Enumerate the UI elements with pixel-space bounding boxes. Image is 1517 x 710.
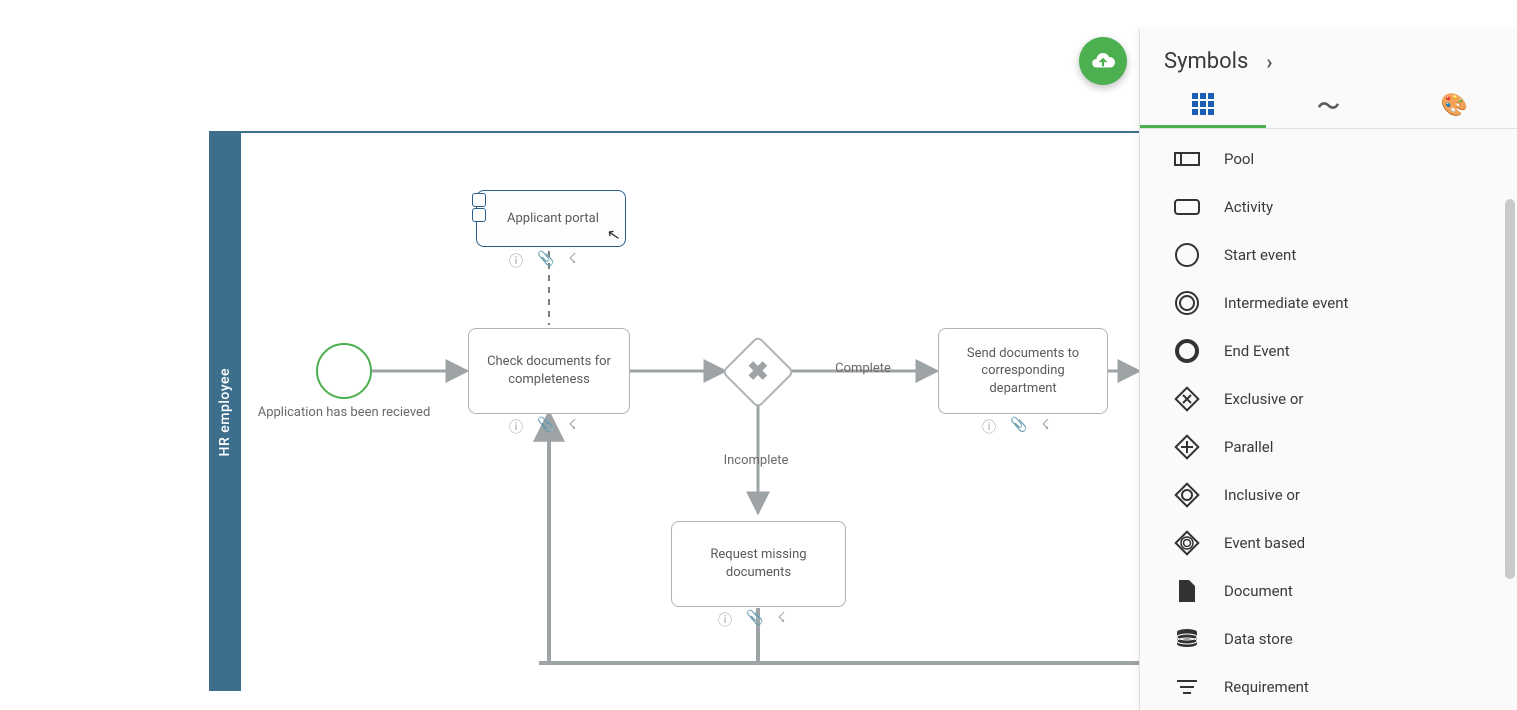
activity-label: Check documents for completeness <box>479 353 619 388</box>
symbol-data-store[interactable]: Data store <box>1140 615 1517 663</box>
node-attributes[interactable]: ⓘ 📎 ☇ <box>509 417 576 437</box>
symbol-pool[interactable]: Pool <box>1140 135 1517 183</box>
symbol-parallel[interactable]: Parallel <box>1140 423 1517 471</box>
symbol-label: Intermediate event <box>1224 294 1348 312</box>
squiggle-icon: 〜 <box>1318 89 1340 121</box>
symbol-label: Event based <box>1224 534 1305 552</box>
symbol-event-based[interactable]: Event based <box>1140 519 1517 567</box>
attachment-icon[interactable]: 📎 <box>746 610 763 630</box>
parallel-icon <box>1174 434 1200 460</box>
symbol-label: Document <box>1224 582 1293 600</box>
end-event-icon <box>1174 338 1200 364</box>
symbol-label: Requirement <box>1224 678 1309 696</box>
symbol-label: Start event <box>1224 246 1296 264</box>
symbol-list[interactable]: Pool Activity Start event Intermediate e… <box>1140 129 1517 710</box>
activity-check-documents[interactable]: Check documents for completeness <box>468 328 630 414</box>
symbol-exclusive-or[interactable]: Exclusive or <box>1140 375 1517 423</box>
symbol-intermediate-event[interactable]: Intermediate event <box>1140 279 1517 327</box>
activity-request-documents[interactable]: Request missing documents <box>671 521 846 607</box>
resize-handle-icon[interactable] <box>472 208 486 222</box>
symbol-label: End Event <box>1224 342 1290 360</box>
panel-title: Symbols <box>1164 49 1248 74</box>
symbol-label: Pool <box>1224 150 1254 168</box>
org-icon[interactable]: ☇ <box>1041 417 1049 437</box>
x-icon: ✖ <box>747 357 769 387</box>
symbols-panel: Symbols › 〜 🎨 Pool Activity Start event … <box>1139 29 1517 710</box>
attachment-icon[interactable]: 📎 <box>1010 417 1027 437</box>
tab-style[interactable]: 🎨 <box>1391 82 1517 128</box>
symbol-end-event[interactable]: End Event <box>1140 327 1517 375</box>
symbol-label: Exclusive or <box>1224 390 1303 408</box>
cloud-upload-icon <box>1090 48 1116 74</box>
activity-icon <box>1174 194 1200 220</box>
resize-handle-icon[interactable] <box>472 193 486 207</box>
attachment-icon[interactable]: 📎 <box>537 417 554 437</box>
edge-label-complete: Complete <box>823 361 903 376</box>
symbol-label: Parallel <box>1224 438 1273 456</box>
document-icon <box>1174 578 1200 604</box>
org-icon[interactable]: ☇ <box>777 610 785 630</box>
start-event-icon <box>1174 242 1200 268</box>
symbol-document[interactable]: Document <box>1140 567 1517 615</box>
symbol-label: Activity <box>1224 198 1273 216</box>
event-based-icon <box>1174 530 1200 556</box>
pool-icon <box>1174 146 1200 172</box>
info-icon[interactable]: ⓘ <box>982 417 996 437</box>
start-event-label: Application has been recieved <box>249 405 439 420</box>
data-store-icon <box>1174 626 1200 652</box>
node-attributes[interactable]: ⓘ 📎 ☇ <box>509 251 576 271</box>
start-event-node[interactable] <box>316 343 372 399</box>
info-icon[interactable]: ⓘ <box>509 417 523 437</box>
symbol-label: Inclusive or <box>1224 486 1300 504</box>
publish-button[interactable] <box>1079 37 1127 85</box>
edge-label-incomplete: Incomplete <box>711 453 801 468</box>
symbol-requirement[interactable]: Requirement <box>1140 663 1517 710</box>
info-icon[interactable]: ⓘ <box>509 251 523 271</box>
symbol-label: Data store <box>1224 630 1293 648</box>
org-icon[interactable]: ☇ <box>568 417 576 437</box>
info-icon[interactable]: ⓘ <box>718 610 732 630</box>
diagram-canvas[interactable]: HR employee Application has been recieve… <box>209 131 1139 691</box>
activity-send-documents[interactable]: Send documents to corresponding departme… <box>938 328 1108 414</box>
attachment-icon[interactable]: 📎 <box>537 251 554 271</box>
intermediate-event-icon <box>1174 290 1200 316</box>
palette-icon: 🎨 <box>1440 93 1467 118</box>
symbol-inclusive-or[interactable]: Inclusive or <box>1140 471 1517 519</box>
collapse-button[interactable]: › <box>1266 50 1272 74</box>
requirement-icon <box>1174 674 1200 700</box>
activity-label: Send documents to corresponding departme… <box>949 345 1097 398</box>
inclusive-or-icon <box>1174 482 1200 508</box>
grid-icon <box>1192 93 1214 115</box>
symbol-start-event[interactable]: Start event <box>1140 231 1517 279</box>
activity-applicant-portal[interactable]: Applicant portal <box>476 190 626 247</box>
tab-freehand[interactable]: 〜 <box>1266 82 1392 128</box>
panel-tabs: 〜 🎨 <box>1140 82 1517 129</box>
node-attributes[interactable]: ⓘ 📎 ☇ <box>982 417 1049 437</box>
exclusive-or-icon <box>1174 386 1200 412</box>
org-icon[interactable]: ☇ <box>568 251 576 271</box>
activity-label: Applicant portal <box>507 210 599 228</box>
activity-label: Request missing documents <box>682 546 835 581</box>
panel-scrollbar[interactable] <box>1505 199 1515 579</box>
symbol-activity[interactable]: Activity <box>1140 183 1517 231</box>
node-attributes[interactable]: ⓘ 📎 ☇ <box>718 610 785 630</box>
tab-symbols[interactable] <box>1140 82 1266 128</box>
